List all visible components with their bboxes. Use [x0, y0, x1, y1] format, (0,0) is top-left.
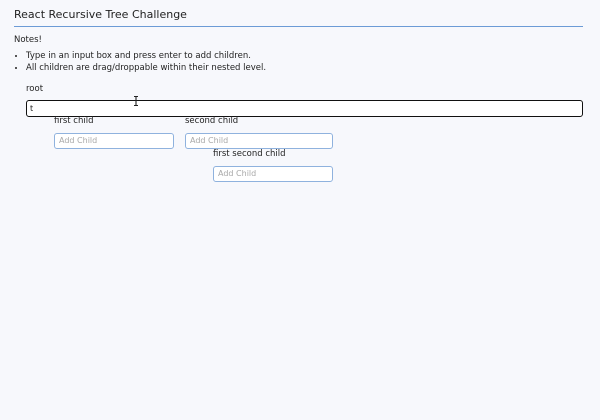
first-child-add-child-input[interactable] — [54, 132, 174, 149]
node-label-second-child: second child — [185, 116, 239, 126]
notes-item: All children are drag/droppable within t… — [26, 62, 266, 74]
page-title: React Recursive Tree Challenge — [14, 8, 187, 21]
notes-item: Type in an input box and press enter to … — [26, 50, 266, 62]
header: React Recursive Tree Challenge — [14, 8, 583, 27]
node-label-root: root — [26, 84, 44, 94]
text-cursor-icon — [134, 96, 138, 106]
notes-list: Type in an input box and press enter to … — [14, 50, 266, 74]
tree-node-second-child: second child — [185, 116, 333, 149]
root-add-child-input[interactable] — [26, 100, 583, 117]
notes-section: Notes! Type in an input box and press en… — [14, 35, 266, 74]
tree-node-root: root — [26, 84, 583, 117]
tree-node-first-child: first child — [54, 116, 174, 149]
tree-node-first-second-child: first second child — [213, 149, 333, 182]
page: React Recursive Tree Challenge Notes! Ty… — [0, 0, 600, 420]
node-label-first-child: first child — [54, 116, 94, 126]
node-label-first-second-child: first second child — [213, 149, 286, 159]
first-second-child-add-child-input[interactable] — [213, 165, 333, 182]
notes-heading: Notes! — [14, 35, 42, 45]
second-child-add-child-input[interactable] — [185, 132, 333, 149]
